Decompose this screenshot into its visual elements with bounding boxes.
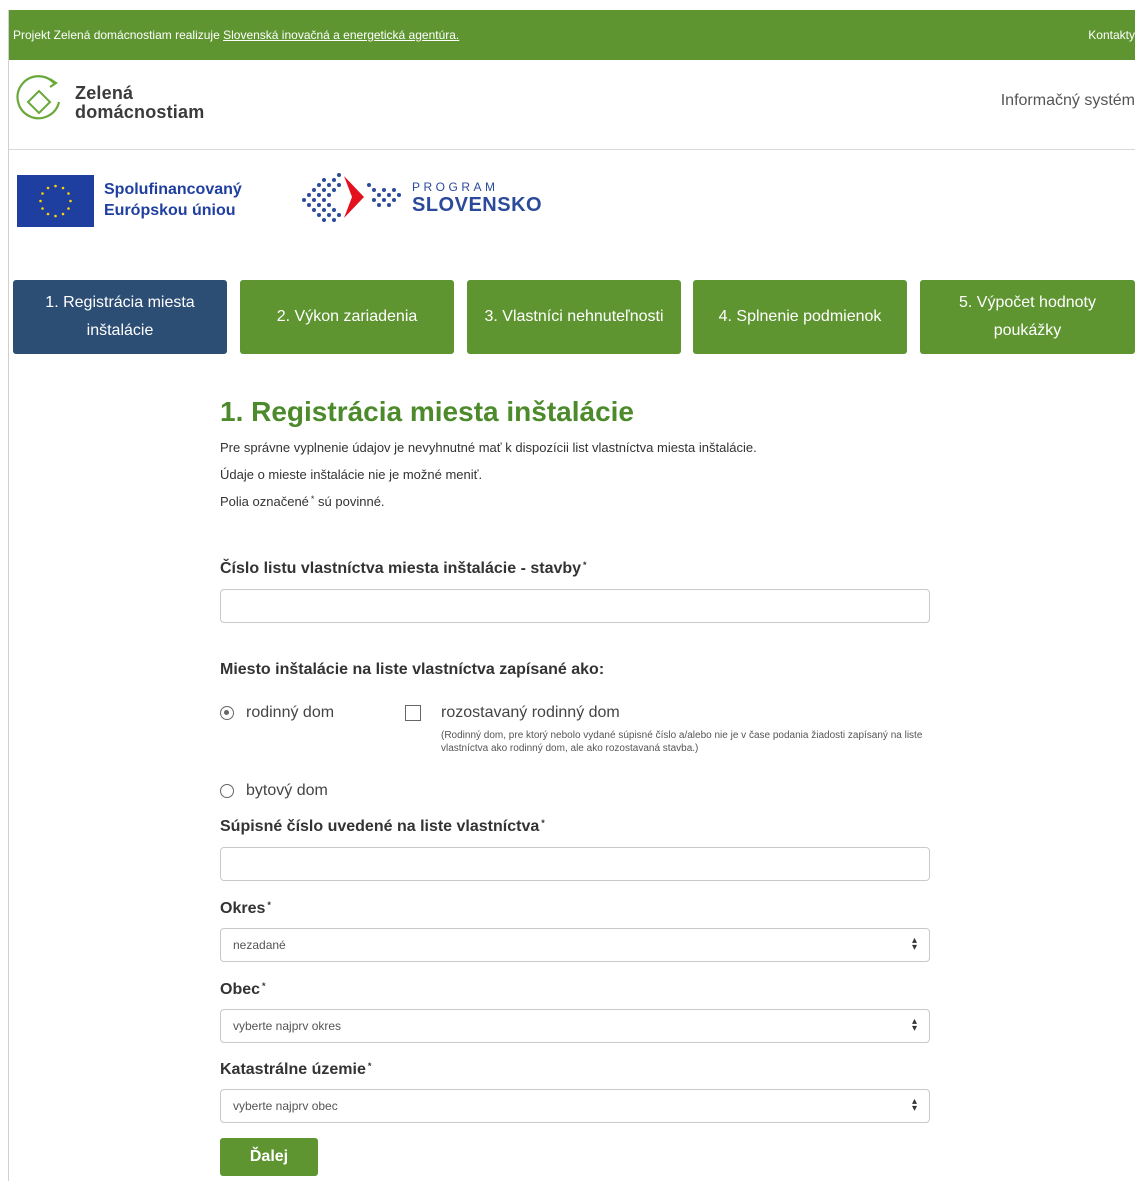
cadastral-area-label-text: Katastrálne územie — [220, 1061, 366, 1078]
eu-flag-icon — [17, 175, 94, 227]
logo-text[interactable]: Zelená domácnostiam — [75, 84, 204, 122]
step-2-device-output[interactable]: 2. Výkon zariadenia — [240, 280, 454, 354]
select-arrows-icon: ▴ ▾ — [911, 1016, 917, 1034]
form-description-3: Polia označené * sú povinné. — [220, 494, 385, 509]
step-3-property-owners[interactable]: 3. Vlastníci nehnuteľnosti — [467, 280, 681, 354]
eu-cofinanced-text: Spolufinancovaný Európskou úniou — [104, 179, 242, 221]
required-asterisk: * — [541, 818, 545, 828]
step-navigation: 1. Registrácia miesta inštalácie 2. Výko… — [13, 280, 1135, 354]
site-header: Zelená domácnostiam Informačný systém — [9, 60, 1135, 150]
district-label-text: Okres — [220, 900, 266, 917]
supisne-number-input[interactable] — [220, 847, 930, 881]
project-info-text: Projekt Zelená domácnostiam realizuje — [13, 28, 224, 42]
form-description-2: Údaje o mieste inštalácie nie je možné m… — [220, 467, 483, 482]
step-4-conditions[interactable]: 4. Splnenie podmienok — [693, 280, 907, 354]
supisne-number-label: Súpisné číslo uvedené na liste vlastníct… — [220, 818, 545, 836]
eu-text-line-2: Európskou úniou — [104, 202, 236, 219]
radio-family-house-label: rodinný dom — [246, 704, 335, 721]
required-asterisk: * — [583, 560, 587, 570]
radio-apartment-house[interactable]: bytový dom — [220, 782, 328, 800]
required-note-suffix: sú povinné. — [318, 494, 385, 509]
program-label: PROGRAM — [412, 180, 499, 194]
municipality-select-value: vyberte najprv okres — [233, 1019, 342, 1033]
next-button[interactable]: Ďalej — [220, 1138, 318, 1176]
radio-apartment-house-button[interactable] — [220, 784, 234, 798]
house-logo-icon[interactable] — [14, 74, 64, 124]
district-select-value: nezadané — [233, 938, 286, 952]
municipality-label-text: Obec — [220, 981, 261, 998]
checkbox-under-construction-box[interactable] — [405, 705, 421, 721]
supisne-number-label-text: Súpisné číslo uvedené na liste vlastníct… — [220, 818, 540, 835]
step-5-voucher-value[interactable]: 5. Výpočet hodnoty poukážky — [920, 280, 1135, 354]
project-info: Projekt Zelená domácnostiam realizuje Sl… — [13, 28, 459, 42]
logo-line-1: Zelená — [75, 83, 134, 103]
logo-line-2: domácnostiam — [75, 102, 205, 122]
municipality-select[interactable]: vyberte najprv okres ▴ ▾ — [220, 1009, 930, 1043]
required-asterisk: * — [310, 494, 315, 504]
cadastral-area-select[interactable]: vyberte najprv obec ▴ ▾ — [220, 1089, 930, 1123]
select-arrows-icon: ▴ ▾ — [911, 935, 917, 953]
required-asterisk: * — [367, 1061, 372, 1071]
info-system-label: Informačný systém — [1000, 92, 1135, 109]
contacts-link[interactable]: Kontakty — [1088, 28, 1135, 42]
district-select[interactable]: nezadané ▴ ▾ — [220, 928, 930, 962]
required-asterisk: * — [262, 981, 266, 991]
lv-number-label-text: Číslo listu vlastníctva miesta inštaláci… — [220, 560, 582, 577]
checkbox-under-construction-label: rozostavaný rodinný dom — [441, 704, 620, 721]
top-bar: Projekt Zelená domácnostiam realizuje Sl… — [9, 10, 1135, 60]
program-name: SLOVENSKO — [412, 194, 543, 216]
form-title: 1. Registrácia miesta inštalácie — [220, 396, 634, 427]
cadastral-area-select-value: vyberte najprv obec — [233, 1099, 338, 1113]
program-slovensko-logo-icon — [302, 173, 401, 222]
select-arrows-icon: ▴ ▾ — [911, 1096, 917, 1114]
page-edge — [8, 10, 9, 1181]
form-description-1: Pre správne vyplnenie údajov je nevyhnut… — [220, 440, 757, 455]
step-1-registration[interactable]: 1. Registrácia miesta inštalácie — [13, 280, 227, 354]
lv-number-input[interactable] — [220, 589, 930, 623]
lv-number-label: Číslo listu vlastníctva miesta inštaláci… — [220, 560, 587, 578]
eu-text-line-1: Spolufinancovaný — [104, 181, 242, 198]
under-construction-note: (Rodinný dom, pre ktorý nebolo vydané sú… — [441, 730, 923, 754]
checkbox-under-construction[interactable]: rozostavaný rodinný dom — [405, 704, 620, 722]
installation-type-label: Miesto inštalácie na liste vlastníctva z… — [220, 661, 605, 678]
district-label: Okres * — [220, 900, 271, 918]
radio-family-house-button[interactable] — [220, 706, 234, 720]
radio-apartment-house-label: bytový dom — [246, 782, 328, 799]
required-note-prefix: Polia označené — [220, 494, 309, 509]
municipality-label: Obec * — [220, 981, 266, 999]
required-asterisk: * — [267, 900, 271, 910]
cadastral-area-label: Katastrálne územie * — [220, 1061, 371, 1079]
radio-family-house[interactable]: rodinný dom — [220, 704, 334, 722]
agency-link[interactable]: Slovenská inovačná a energetická agentúr… — [223, 28, 459, 42]
